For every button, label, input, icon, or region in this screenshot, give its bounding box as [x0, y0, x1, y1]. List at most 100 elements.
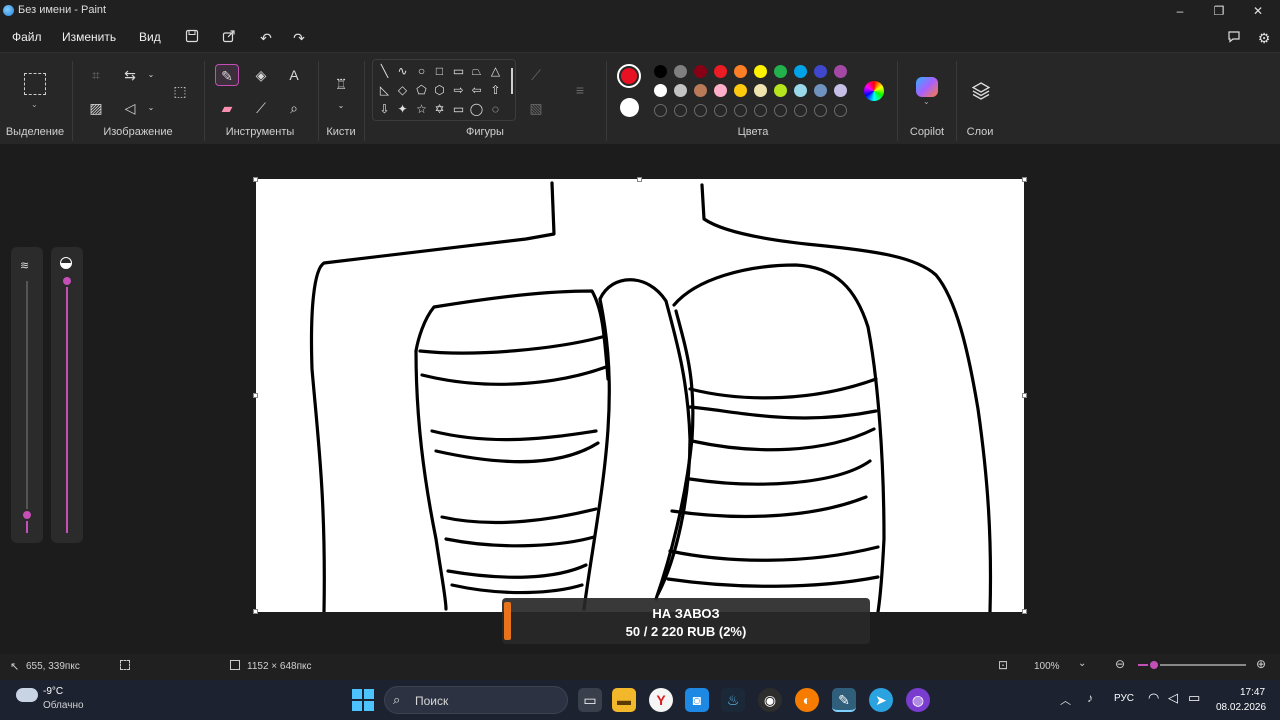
primary-color-swatch[interactable]: [617, 64, 641, 88]
microphone-icon[interactable]: ♪: [1087, 691, 1093, 705]
line-shape-icon[interactable]: ╲: [376, 63, 393, 80]
redo-icon[interactable]: ↷: [288, 27, 310, 49]
arrow-left-shape-icon[interactable]: ⇦: [468, 82, 485, 99]
pentagon-shape-icon[interactable]: ⬠: [413, 82, 430, 99]
color-swatch[interactable]: [694, 84, 707, 97]
star4-shape-icon[interactable]: ✦: [394, 101, 411, 118]
rectangle-shape-icon[interactable]: □: [431, 63, 448, 80]
color-swatch[interactable]: [734, 84, 747, 97]
custom-color-slot[interactable]: [694, 104, 707, 117]
polygon-shape-icon[interactable]: ⏢: [468, 63, 485, 80]
custom-color-slot[interactable]: [774, 104, 787, 117]
color-swatch[interactable]: [694, 65, 707, 78]
feedback-icon[interactable]: [1223, 27, 1245, 49]
battery-icon[interactable]: ▭: [1188, 690, 1200, 706]
shapes-scrollbar[interactable]: [511, 68, 513, 94]
opacity-slider-thumb[interactable]: [61, 275, 73, 287]
right-triangle-shape-icon[interactable]: ◺: [376, 82, 393, 99]
selection-tool-icon[interactable]: [24, 73, 46, 95]
color-swatch[interactable]: [734, 65, 747, 78]
color-swatch[interactable]: [774, 84, 787, 97]
layers-icon[interactable]: [971, 81, 991, 106]
cloud-weather-icon[interactable]: [16, 688, 38, 702]
background-removal-icon[interactable]: ⬚: [168, 80, 192, 102]
maximize-button[interactable]: ❐: [1207, 2, 1231, 20]
menu-edit[interactable]: Изменить: [62, 30, 116, 44]
volume-icon[interactable]: ◁: [1168, 690, 1178, 706]
chevron-down-icon[interactable]: ⌄: [1078, 658, 1086, 669]
hexagon-shape-icon[interactable]: ⬡: [431, 82, 448, 99]
crop-icon[interactable]: ⌗: [84, 64, 108, 86]
canvas-resize-handle[interactable]: [253, 393, 258, 398]
color-swatch[interactable]: [814, 65, 827, 78]
custom-color-slot[interactable]: [734, 104, 747, 117]
shape-outline-icon[interactable]: ⟋: [524, 64, 548, 86]
edit-colors-wheel-icon[interactable]: [864, 81, 884, 101]
chevron-down-icon[interactable]: ⌄: [31, 100, 38, 109]
triangle-shape-icon[interactable]: △: [487, 63, 504, 80]
language-indicator[interactable]: РУС: [1114, 693, 1134, 704]
media-player-icon[interactable]: ◐: [795, 688, 819, 712]
pencil-icon[interactable]: ✎: [215, 64, 239, 86]
color-swatch[interactable]: [714, 65, 727, 78]
drawing-canvas[interactable]: [256, 179, 1024, 612]
color-swatch[interactable]: [654, 84, 667, 97]
paint-taskbar-icon[interactable]: ✎: [832, 688, 856, 712]
chevron-down-icon[interactable]: ⌄: [923, 97, 930, 106]
clock-time[interactable]: 17:47: [1240, 687, 1265, 698]
file-explorer-icon[interactable]: ▬: [612, 688, 636, 712]
fill-bucket-icon[interactable]: ◈: [249, 64, 273, 86]
taskbar-search-box[interactable]: ⌕ Поиск: [384, 686, 568, 714]
oval-shape-icon[interactable]: ○: [413, 63, 430, 80]
color-swatch[interactable]: [814, 84, 827, 97]
color-picker-icon[interactable]: ⟋: [249, 97, 273, 119]
undo-icon[interactable]: ↶: [255, 27, 277, 49]
color-swatch[interactable]: [714, 84, 727, 97]
custom-color-slot[interactable]: [654, 104, 667, 117]
store-app-icon[interactable]: ◙: [685, 688, 709, 712]
color-swatch[interactable]: [754, 65, 767, 78]
callout-cloud-shape-icon[interactable]: ◌: [487, 101, 504, 118]
menu-view[interactable]: Вид: [139, 30, 161, 44]
brush-icon[interactable]: ♖: [329, 73, 353, 95]
custom-color-slot[interactable]: [834, 104, 847, 117]
custom-color-slot[interactable]: [674, 104, 687, 117]
secondary-color-swatch[interactable]: [620, 98, 639, 117]
size-slider-thumb[interactable]: [21, 509, 33, 522]
select-all-icon[interactable]: ▨: [84, 97, 108, 119]
size-slider-track[interactable]: [26, 281, 28, 533]
canvas-resize-handle[interactable]: [1022, 393, 1027, 398]
share-icon[interactable]: [218, 27, 240, 49]
obs-icon[interactable]: ◉: [758, 688, 782, 712]
chevron-down-icon[interactable]: ⌄: [139, 97, 163, 119]
canvas-resize-handle[interactable]: [253, 177, 258, 182]
curve-shape-icon[interactable]: ∿: [394, 63, 411, 80]
clock-date[interactable]: 08.02.2026: [1216, 702, 1266, 713]
canvas-resize-handle[interactable]: [637, 177, 642, 182]
color-swatch[interactable]: [774, 65, 787, 78]
magnifier-icon[interactable]: ⌕: [282, 97, 306, 119]
save-icon[interactable]: [181, 27, 203, 49]
zoom-slider-thumb[interactable]: [1148, 659, 1160, 671]
zoom-level-text[interactable]: 100%: [1034, 661, 1060, 672]
settings-gear-icon[interactable]: ⚙: [1253, 27, 1275, 49]
copilot-icon[interactable]: [916, 77, 938, 97]
color-swatch[interactable]: [654, 65, 667, 78]
custom-color-slot[interactable]: [794, 104, 807, 117]
eraser-icon[interactable]: ▰: [215, 97, 239, 119]
minimize-button[interactable]: –: [1168, 2, 1192, 20]
color-swatch[interactable]: [754, 84, 767, 97]
rounded-rectangle-shape-icon[interactable]: ▭: [450, 63, 467, 80]
custom-color-slot[interactable]: [754, 104, 767, 117]
custom-color-slot[interactable]: [814, 104, 827, 117]
shape-size-icon[interactable]: ≡: [568, 79, 592, 101]
close-button[interactable]: ✕: [1246, 2, 1270, 20]
canvas-resize-handle[interactable]: [253, 609, 258, 614]
callout-rect-shape-icon[interactable]: ▭: [450, 101, 467, 118]
arrow-right-shape-icon[interactable]: ⇨: [450, 82, 467, 99]
color-swatch[interactable]: [834, 65, 847, 78]
chevron-down-icon[interactable]: ⌄: [139, 64, 163, 86]
diamond-shape-icon[interactable]: ◇: [394, 82, 411, 99]
windows-start-icon[interactable]: [352, 689, 374, 711]
menu-file[interactable]: Файл: [12, 30, 42, 44]
